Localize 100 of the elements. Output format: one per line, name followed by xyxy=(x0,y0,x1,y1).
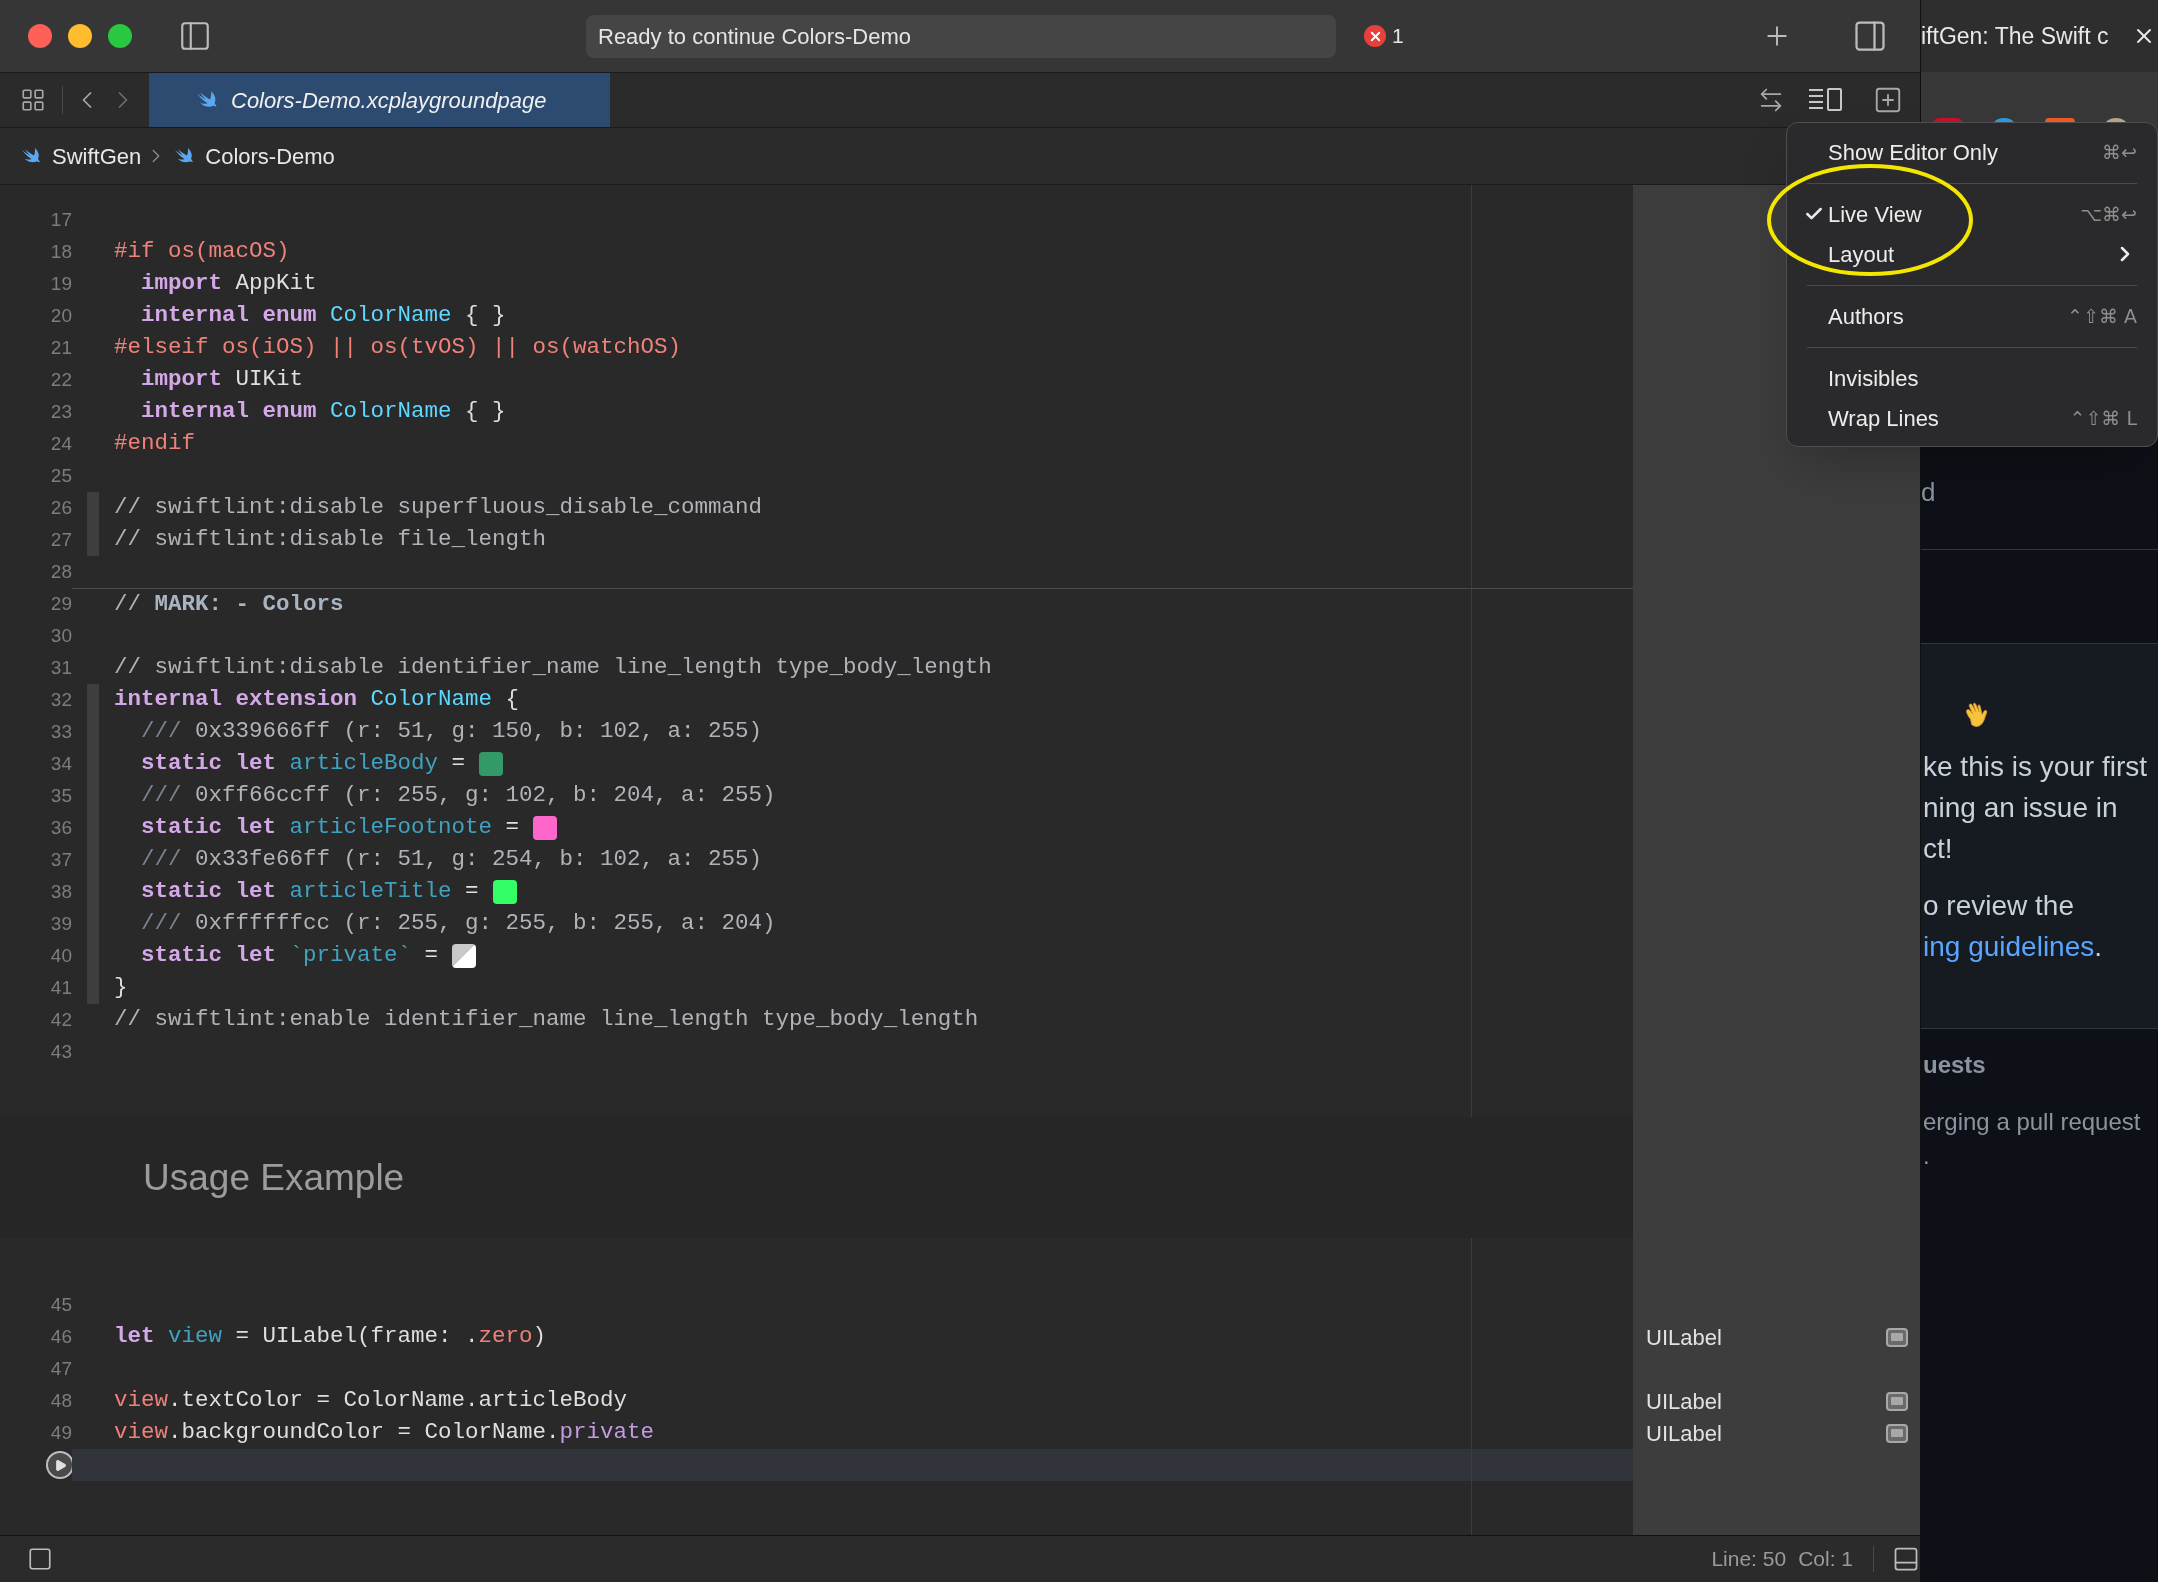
code-line: #if os(macOS) xyxy=(114,237,290,267)
line-number: 31 xyxy=(50,655,72,680)
page-text: d xyxy=(1921,476,1936,509)
code-line: import UIKit xyxy=(140,365,304,395)
code-line: static let `private` = xyxy=(140,941,439,971)
breadcrumb-item[interactable]: Colors-Demo xyxy=(205,139,335,173)
line-number: 19 xyxy=(50,271,72,296)
code-line: #endif xyxy=(114,429,195,459)
color-swatch[interactable] xyxy=(533,816,558,840)
line-number: 24 xyxy=(50,431,72,456)
quick-look-icon[interactable] xyxy=(1886,1391,1908,1411)
quick-look-icon[interactable] xyxy=(1886,1423,1908,1443)
play-icon xyxy=(53,1458,67,1472)
guidelines-link[interactable]: ing guidelines xyxy=(1923,926,2095,967)
line-number: 38 xyxy=(50,879,72,904)
section-text: erging a pull request xyxy=(1923,1107,2142,1137)
menu-item[interactable]: Wrap Lines ⌃⇧⌘ L xyxy=(1787,398,2157,438)
line-number: 39 xyxy=(50,911,72,936)
color-swatch[interactable] xyxy=(452,944,477,968)
line-number: 43 xyxy=(50,1039,72,1064)
activity-field: Ready to continue Colors-Demo xyxy=(586,14,1336,58)
code-line: #elseif os(iOS) || os(tvOS) || os(watchOS) xyxy=(114,333,682,363)
error-badge-icon[interactable] xyxy=(1364,25,1386,47)
usage-heading: Usage Example xyxy=(143,1155,405,1200)
code-line: // swiftlint:enable identifier_name line_length type_body_length xyxy=(114,1005,979,1035)
color-swatch[interactable] xyxy=(479,752,504,776)
line-number: 45 xyxy=(50,1292,72,1317)
code-line: import AppKit xyxy=(140,269,317,299)
code-line: // swiftlint:disable identifier_name line_length type_body_length xyxy=(114,653,992,683)
line-number: 41 xyxy=(50,975,72,1000)
code-line: } xyxy=(114,973,128,1003)
console-toggle-icon[interactable] xyxy=(27,1546,53,1572)
line-number: 20 xyxy=(50,303,72,328)
line-number: 17 xyxy=(50,207,72,232)
welcome-text: ning an issue in xyxy=(1923,791,2119,825)
section-heading: uests xyxy=(1923,1050,1987,1080)
minimize-button[interactable] xyxy=(68,24,92,48)
line-number: 25 xyxy=(50,463,72,488)
page-text: . xyxy=(2094,930,2103,964)
add-editor-icon[interactable] xyxy=(1873,85,1903,115)
line-number: 29 xyxy=(50,591,72,616)
code-line: internal enum ColorName { } xyxy=(140,397,506,427)
result-label: UILabel xyxy=(1646,1419,1722,1448)
line-number: 26 xyxy=(50,495,72,520)
code-line: // swiftlint:disable file_length xyxy=(114,525,547,555)
code-line: static let articleFootnote = xyxy=(140,813,520,843)
zoom-button[interactable] xyxy=(108,24,132,48)
line-number: 37 xyxy=(50,847,72,872)
line-number: 22 xyxy=(50,367,72,392)
code-line: internal enum ColorName { } xyxy=(140,301,506,331)
code-line: /// 0x339666ff (r: 51, g: 150, b: 102, a: 255) xyxy=(140,717,763,747)
line-number: 35 xyxy=(50,783,72,808)
code-line: internal extension ColorName { xyxy=(114,685,520,715)
line-number: 23 xyxy=(50,399,72,424)
line-number: 42 xyxy=(50,1007,72,1032)
breadcrumb-item[interactable]: SwiftGen xyxy=(52,139,142,173)
code-line: /// 0xffffffcc (r: 255, g: 255, b: 255, a: 204) xyxy=(140,909,776,939)
error-count: 1 xyxy=(1392,23,1404,50)
line-number: 46 xyxy=(50,1324,72,1349)
code-line: /// 0xff66ccff (r: 255, g: 102, b: 204, a: 255) xyxy=(140,781,776,811)
code-line: // swiftlint:disable superfluous_disable_command xyxy=(114,493,763,523)
grid-icon[interactable] xyxy=(20,87,46,113)
code-line: /// 0x33fe66ff (r: 51, g: 254, b: 102, a: 255) xyxy=(140,845,763,875)
menu-item[interactable]: Live View ⌥⌘↩ xyxy=(1787,194,2157,234)
code-line: view.textColor = ColorName.articleBody xyxy=(114,1386,628,1416)
code-line: view.backgroundColor = ColorName.private xyxy=(114,1418,655,1448)
menu-item[interactable]: Show Editor Only ⌘↩ xyxy=(1787,132,2157,172)
line-number: 21 xyxy=(50,335,72,360)
sidebar-toggle-icon[interactable] xyxy=(178,19,212,53)
line-number: 32 xyxy=(50,687,72,712)
editor-options-icon[interactable] xyxy=(1807,86,1843,114)
section-text: . xyxy=(1923,1141,1931,1171)
line-number: 48 xyxy=(50,1388,72,1413)
cursor-line: Line: 50 xyxy=(1711,1546,1787,1573)
cursor-column: Col: 1 xyxy=(1798,1543,1853,1575)
line-number: 18 xyxy=(50,239,72,264)
welcome-text: ct! xyxy=(1923,832,1954,866)
close-button[interactable] xyxy=(28,24,52,48)
result-label: UILabel xyxy=(1646,1387,1722,1416)
quick-look-icon[interactable] xyxy=(1886,1327,1908,1347)
line-number: 47 xyxy=(50,1356,72,1381)
line-number: 28 xyxy=(50,559,72,584)
inspector-toggle-icon[interactable] xyxy=(1852,18,1888,54)
line-number: 34 xyxy=(50,751,72,776)
run-button[interactable] xyxy=(46,1451,74,1479)
code-line: // MARK: - Colors xyxy=(114,589,344,619)
code-line: static let articleTitle = xyxy=(140,877,479,907)
line-number: 27 xyxy=(50,527,72,552)
code-line: let view = UILabel(frame: .zero) xyxy=(114,1322,547,1352)
debug-area-icon[interactable] xyxy=(1892,1545,1920,1573)
menu-item[interactable]: Authors ⌃⇧⌘ A xyxy=(1787,296,2157,336)
result-label: UILabel xyxy=(1646,1323,1722,1352)
menu-item[interactable]: Layout xyxy=(1787,234,2157,274)
line-number: 33 xyxy=(50,719,72,744)
menu-item[interactable]: Invisibles xyxy=(1787,358,2157,398)
review-text: o review the xyxy=(1923,889,2075,923)
line-number: 30 xyxy=(50,623,72,648)
line-number: 36 xyxy=(50,815,72,840)
color-swatch[interactable] xyxy=(492,880,517,904)
editor-tab[interactable]: Colors-Demo.xcplaygroundpage xyxy=(149,73,610,127)
